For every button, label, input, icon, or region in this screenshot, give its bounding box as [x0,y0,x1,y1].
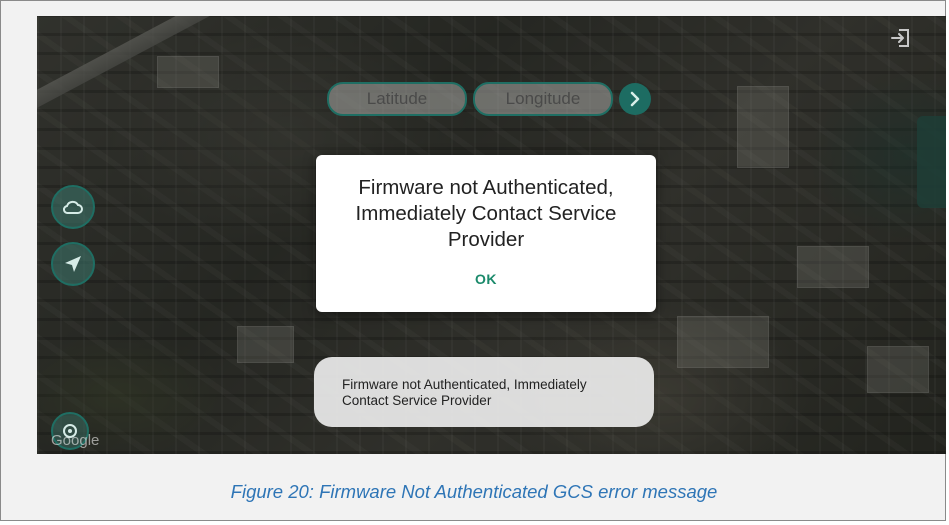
navigate-button[interactable] [51,242,95,286]
exit-icon [891,29,909,47]
chevron-right-icon [630,91,640,107]
cloud-icon [63,200,83,214]
error-dialog: Firmware not Authenticated, Immediately … [316,155,656,312]
app-screen: Latitude Longitude Google Firmware not A… [37,16,946,454]
map-attribution: Google [51,432,100,449]
go-button[interactable] [619,83,651,115]
longitude-input[interactable]: Longitude [473,82,613,116]
navigation-arrow-icon [65,256,81,272]
figure-caption: Figure 20: Firmware Not Authenticated GC… [230,481,718,502]
figure-frame: Latitude Longitude Google Firmware not A… [0,0,946,521]
latitude-input[interactable]: Latitude [327,82,467,116]
coordinate-search: Latitude Longitude [327,82,651,116]
dialog-message: Firmware not Authenticated, Immediately … [355,176,617,251]
exit-button[interactable] [889,26,913,50]
cloud-button[interactable] [51,185,95,229]
ok-button[interactable]: OK [461,267,511,291]
toast-message: Firmware not Authenticated, Immediately … [342,377,587,408]
toast-notification: Firmware not Authenticated, Immediately … [314,357,654,427]
